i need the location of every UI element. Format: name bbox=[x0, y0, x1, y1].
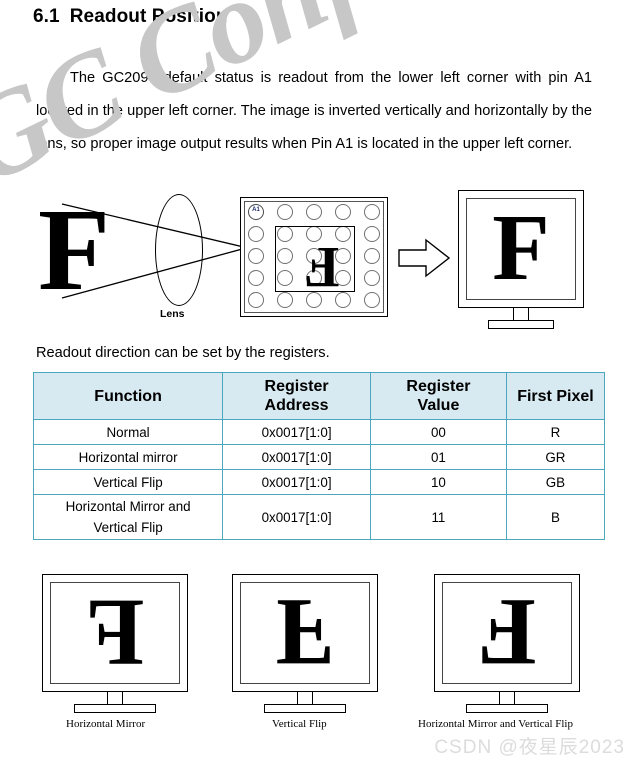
ball-grid-array: F bbox=[248, 204, 380, 308]
cell-first-pixel: GB bbox=[505, 469, 606, 495]
ball bbox=[364, 292, 380, 308]
cell-function: Normal bbox=[32, 419, 224, 445]
ball bbox=[248, 292, 264, 308]
cell-value: 00 bbox=[369, 419, 507, 445]
example-monitor-horizontal-mirror: F bbox=[42, 574, 188, 713]
ball bbox=[277, 292, 293, 308]
table-body: Normal 0x0017[1:0] 00 R Horizontal mirro… bbox=[32, 419, 606, 540]
example-monitors: F Horizontal Mirror F Vertical Flip F Ho… bbox=[0, 566, 635, 730]
table-header: Function Register Address Register Value… bbox=[32, 372, 606, 420]
cell-address: 0x0017[1:0] bbox=[222, 494, 371, 540]
cell-value: 01 bbox=[369, 444, 507, 470]
ball bbox=[277, 204, 293, 220]
cell-address: 0x0017[1:0] bbox=[222, 419, 371, 445]
cell-function: Horizontal mirror bbox=[32, 444, 224, 470]
ball bbox=[248, 248, 264, 264]
intro-paragraph: The GC2093 default status is readout fro… bbox=[36, 62, 592, 161]
ball bbox=[364, 204, 380, 220]
monitor-base bbox=[488, 320, 554, 329]
ball-a1 bbox=[248, 204, 264, 220]
monitor-screen: F bbox=[240, 582, 370, 684]
ball bbox=[306, 204, 322, 220]
column-header-first-pixel: First Pixel bbox=[505, 372, 606, 420]
page-title: 6.1 Readout Position bbox=[33, 6, 228, 28]
monitor-letter: F bbox=[477, 582, 537, 684]
section-title: Readout Position bbox=[69, 6, 228, 27]
ball bbox=[364, 270, 380, 286]
cell-function: Horizontal Mirror and Vertical Flip bbox=[32, 494, 224, 540]
monitor-letter: F bbox=[85, 582, 145, 684]
example-monitor-vertical-flip: F bbox=[232, 574, 378, 713]
monitor-screen: F bbox=[50, 582, 180, 684]
cell-value: 11 bbox=[369, 494, 507, 540]
sensor-package: F bbox=[240, 197, 388, 317]
monitor-screen: F bbox=[466, 198, 576, 300]
cell-first-pixel: R bbox=[505, 419, 606, 445]
cell-first-pixel: B bbox=[505, 494, 606, 540]
ball bbox=[364, 248, 380, 264]
table-row: Normal 0x0017[1:0] 00 R bbox=[32, 419, 606, 445]
sensor-die-area: F bbox=[275, 226, 355, 300]
cell-first-pixel: GR bbox=[505, 444, 606, 470]
table-intro-text: Readout direction can be set by the regi… bbox=[36, 345, 330, 361]
cell-value: 10 bbox=[369, 469, 507, 495]
monitor-letter: F bbox=[275, 582, 335, 684]
column-header-function: Function bbox=[32, 372, 224, 420]
column-header-register-address: Register Address bbox=[222, 372, 371, 420]
optics-diagram: F Lens A1 F F bbox=[0, 186, 635, 336]
monitor-letter: F bbox=[492, 198, 550, 300]
monitor-screen: F bbox=[442, 582, 572, 684]
monitor-body: F bbox=[232, 574, 378, 692]
monitor-base bbox=[466, 704, 548, 713]
table-row: Vertical Flip 0x0017[1:0] 10 GB bbox=[32, 469, 606, 495]
example-monitor-mirror-and-flip: F bbox=[434, 574, 580, 713]
monitor-neck bbox=[513, 308, 529, 320]
readout-direction-table: Function Register Address Register Value… bbox=[32, 372, 606, 540]
table-header-row: Function Register Address Register Value… bbox=[32, 372, 606, 420]
monitor-neck bbox=[107, 692, 123, 704]
example-caption-mirror-and-flip: Horizontal Mirror and Vertical Flip bbox=[418, 718, 573, 730]
monitor-neck bbox=[297, 692, 313, 704]
monitor-base bbox=[264, 704, 346, 713]
ball bbox=[364, 226, 380, 242]
monitor-body: F bbox=[434, 574, 580, 692]
ball bbox=[335, 204, 351, 220]
monitor-body: F bbox=[42, 574, 188, 692]
monitor-body: F bbox=[458, 190, 584, 308]
example-caption-horizontal-mirror: Horizontal Mirror bbox=[66, 718, 146, 730]
table-row: Horizontal mirror 0x0017[1:0] 01 GR bbox=[32, 444, 606, 470]
ball bbox=[248, 270, 264, 286]
ball bbox=[248, 226, 264, 242]
output-monitor: F bbox=[458, 190, 584, 329]
column-header-register-value: Register Value bbox=[369, 372, 507, 420]
monitor-base bbox=[74, 704, 156, 713]
document-page: GC Confidential 6.1Readout Position The … bbox=[0, 0, 635, 765]
right-block-arrow-icon bbox=[398, 238, 450, 278]
section-number: 6.1 bbox=[33, 6, 60, 27]
example-caption-vertical-flip: Vertical Flip bbox=[272, 718, 327, 730]
monitor-neck bbox=[499, 692, 515, 704]
cell-function: Vertical Flip bbox=[32, 469, 224, 495]
cell-address: 0x0017[1:0] bbox=[222, 469, 371, 495]
intro-paragraph-text: The GC2093 default status is readout fro… bbox=[36, 70, 592, 152]
table-row: Horizontal Mirror and Vertical Flip 0x00… bbox=[32, 494, 606, 540]
sensor-image-letter: F bbox=[304, 235, 340, 300]
csdn-watermark: CSDN @夜星辰2023 bbox=[434, 737, 625, 758]
cell-address: 0x0017[1:0] bbox=[222, 444, 371, 470]
